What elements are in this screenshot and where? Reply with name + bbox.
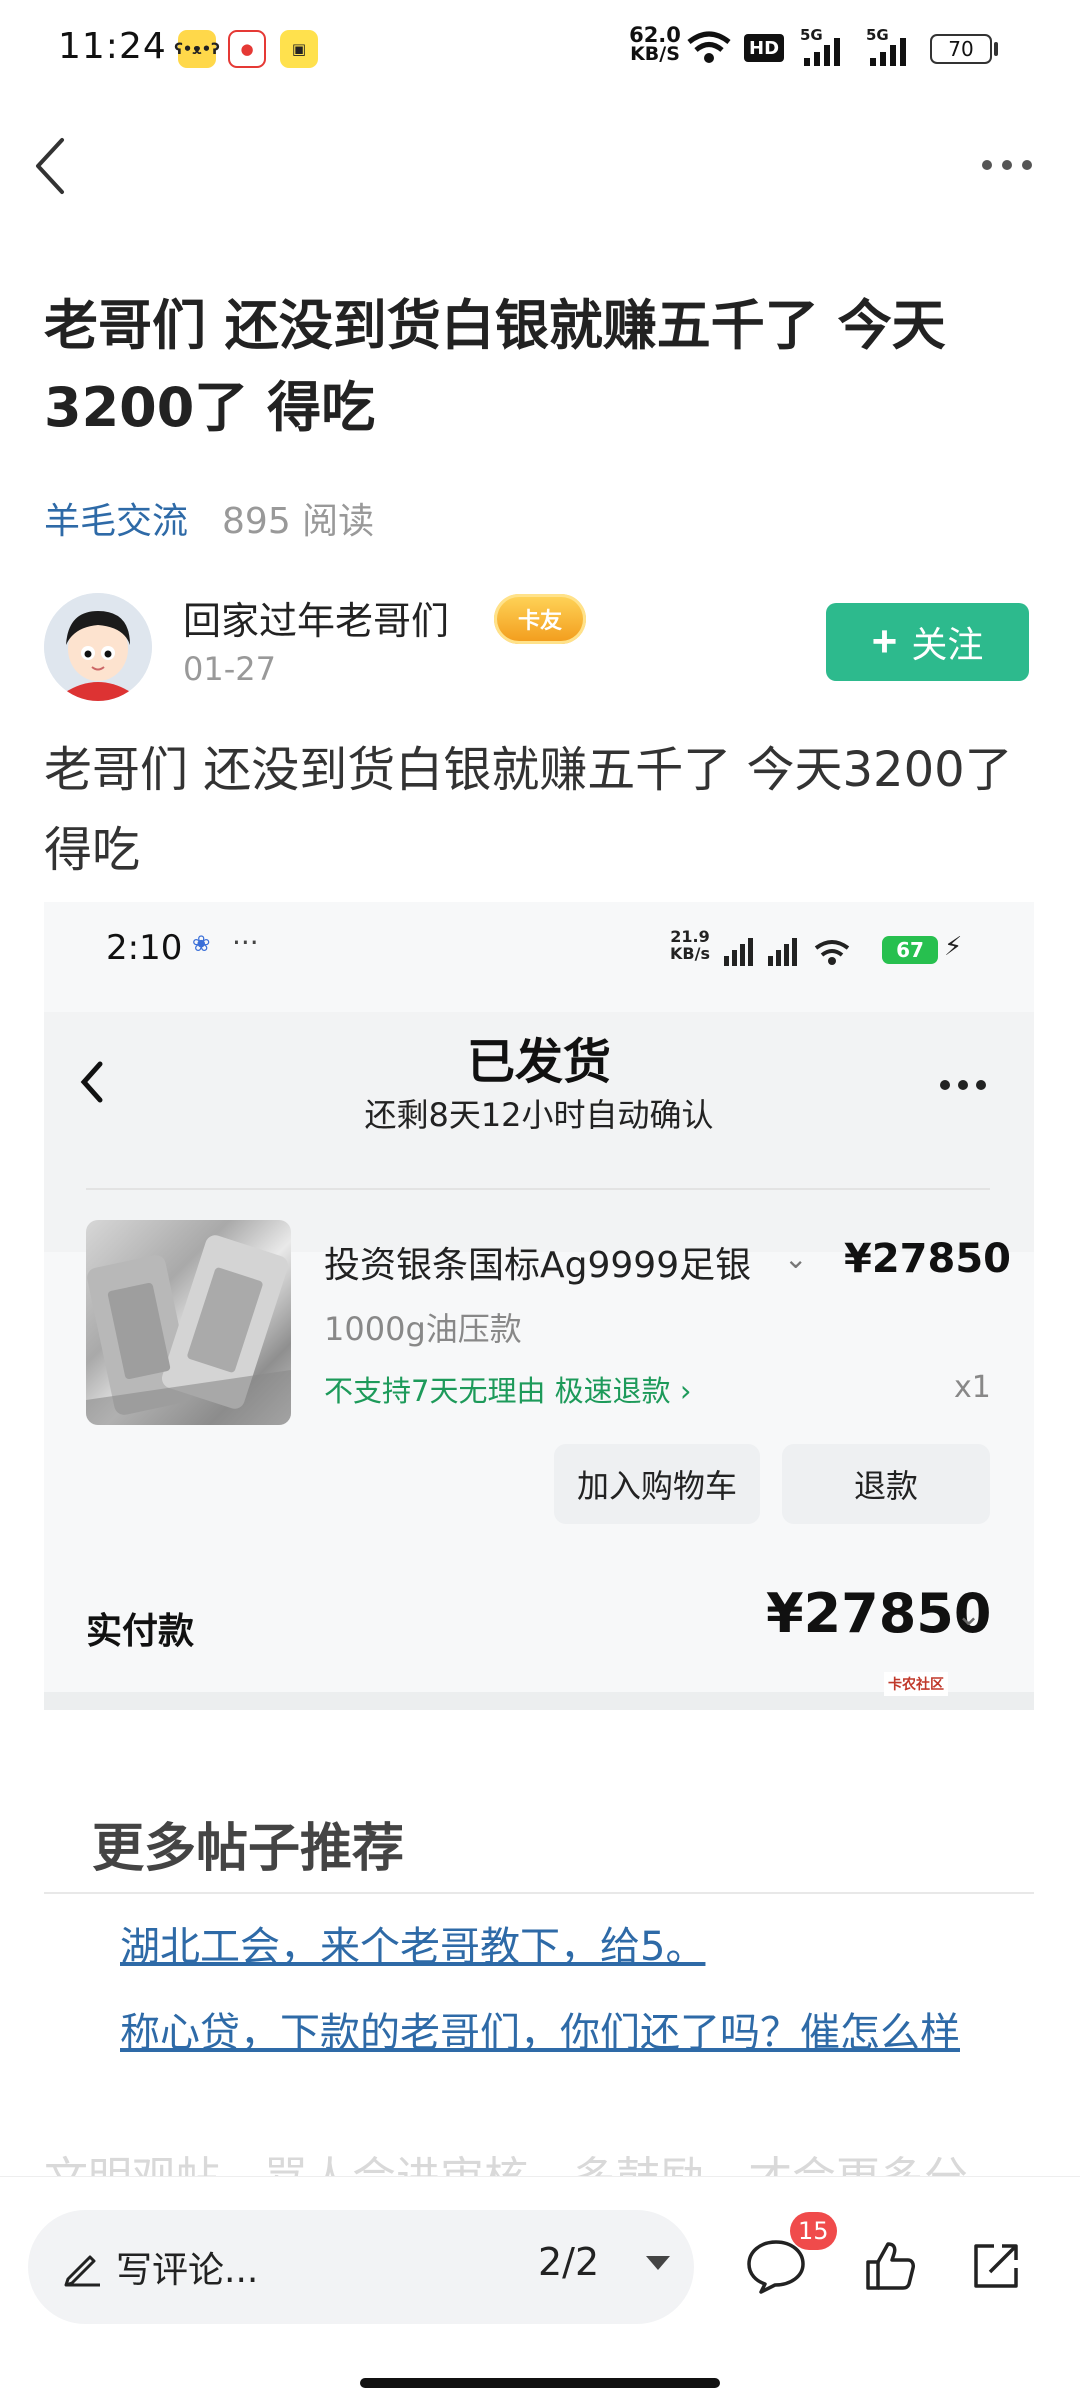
recommendations-heading: 更多帖子推荐 [92,1819,405,1879]
post-body: 老哥们 还没到货白银就赚五千了 今天3200了 得吃 [44,742,1013,878]
recommendations-divider [44,1892,1034,1894]
embedded-more-icon [940,1080,986,1090]
app-notification-icon: ʕ•ᴥ•ʔ [174,30,220,68]
watermark-logo: 卡农社区 [884,1672,948,1696]
hd-icon: HD [744,34,785,62]
caret-down-icon[interactable] [646,2256,670,2270]
avatar-illustration [44,593,152,701]
comment-placeholder: 写评论... [116,2250,259,2291]
battery-icon: 70 [930,34,992,64]
app-notification-icon: ▣ [280,30,318,68]
page-indicator[interactable]: 2/2 [538,2240,599,2284]
embedded-status-dots: ··· [232,926,259,959]
embedded-battery-level: 67 [896,938,924,962]
follow-label: 关注 [911,624,984,665]
app-notification-icon: ● [228,30,266,68]
recommendation-link[interactable]: 湖北工会，来个老哥教下，给5。 [120,1914,705,1972]
embedded-battery-icon: 67 [882,936,938,964]
author-badge: 卡友 [494,594,586,644]
paw-icon: ❀ [192,932,211,957]
network-speed: 62.0 KB/S [626,25,684,65]
embedded-speed-value: 21.9 [670,927,710,946]
home-indicator[interactable] [360,2378,720,2388]
network-speed-unit: KB/S [630,43,680,65]
embedded-product-price: ¥27850 [844,1236,1011,1282]
embedded-network-speed: 21.9 KB/s [670,928,710,962]
embedded-auto-confirm: 还剩8天12小时自动确认 [364,1096,714,1134]
pencil-icon [64,2255,100,2287]
embedded-return-notice: 不支持7天无理由 极速退款 › [324,1374,692,1408]
embedded-divider [86,1188,990,1190]
embedded-chevron-down-icon: ⌄ [784,1242,808,1275]
embedded-refund-button: 退款 [782,1444,990,1524]
back-icon[interactable] [30,136,82,196]
like-button[interactable] [852,2228,928,2304]
read-count: 895 阅读 [222,501,375,542]
thumbs-up-icon [866,2242,915,2290]
embedded-signal-icon [724,938,850,966]
signal-icon [870,38,906,66]
comment-count-badge: 15 [790,2212,837,2250]
embedded-total-chevron-icon: ⌄ [956,1598,982,1633]
embedded-paid-label: 实付款 [86,1611,195,1652]
embedded-speed-unit: KB/s [670,944,710,963]
plus-icon: + [871,617,898,666]
battery-level: 70 [948,37,974,61]
category-link[interactable]: 羊毛交流 [44,492,188,544]
avatar[interactable] [44,593,152,701]
post-date: 01-27 [183,650,276,688]
post-title: 老哥们 还没到货白银就赚五千了 今天3200了 得吃 [44,294,946,439]
embedded-status-time: 2:10 [106,928,183,968]
embedded-product-name: 投资银条国标Ag9999足银 [324,1245,752,1286]
post-meta: 羊毛交流 895 阅读 [44,492,374,544]
silver-bars-image [86,1235,291,1425]
more-options-icon[interactable] [982,160,1032,170]
share-button[interactable] [958,2228,1034,2304]
battery-tip [994,42,998,56]
signal-icon [804,38,840,66]
follow-button[interactable]: + 关注 [826,603,1029,681]
embedded-product-spec: 1000g油压款 [324,1310,522,1348]
embedded-quantity: x1 [954,1370,991,1405]
wifi-icon [687,31,731,63]
status-time: 11:24 [58,26,167,67]
embedded-order-status: 已发货 [466,1034,611,1090]
author-name[interactable]: 回家过年老哥们 [183,590,449,645]
embedded-add-to-cart-button: 加入购物车 [554,1444,760,1524]
recommendation-link[interactable]: 称心贷，下款的老哥们，你们还了吗？催怎么样 [120,2000,960,2058]
charging-icon: ⚡ [944,932,963,962]
post-image[interactable]: 2:10 ❀ ··· 21.9 KB/s 67 ⚡ 已发货 还剩8天12小时自动… [44,902,1034,1710]
share-icon [974,2244,1018,2288]
product-thumbnail [86,1220,291,1425]
